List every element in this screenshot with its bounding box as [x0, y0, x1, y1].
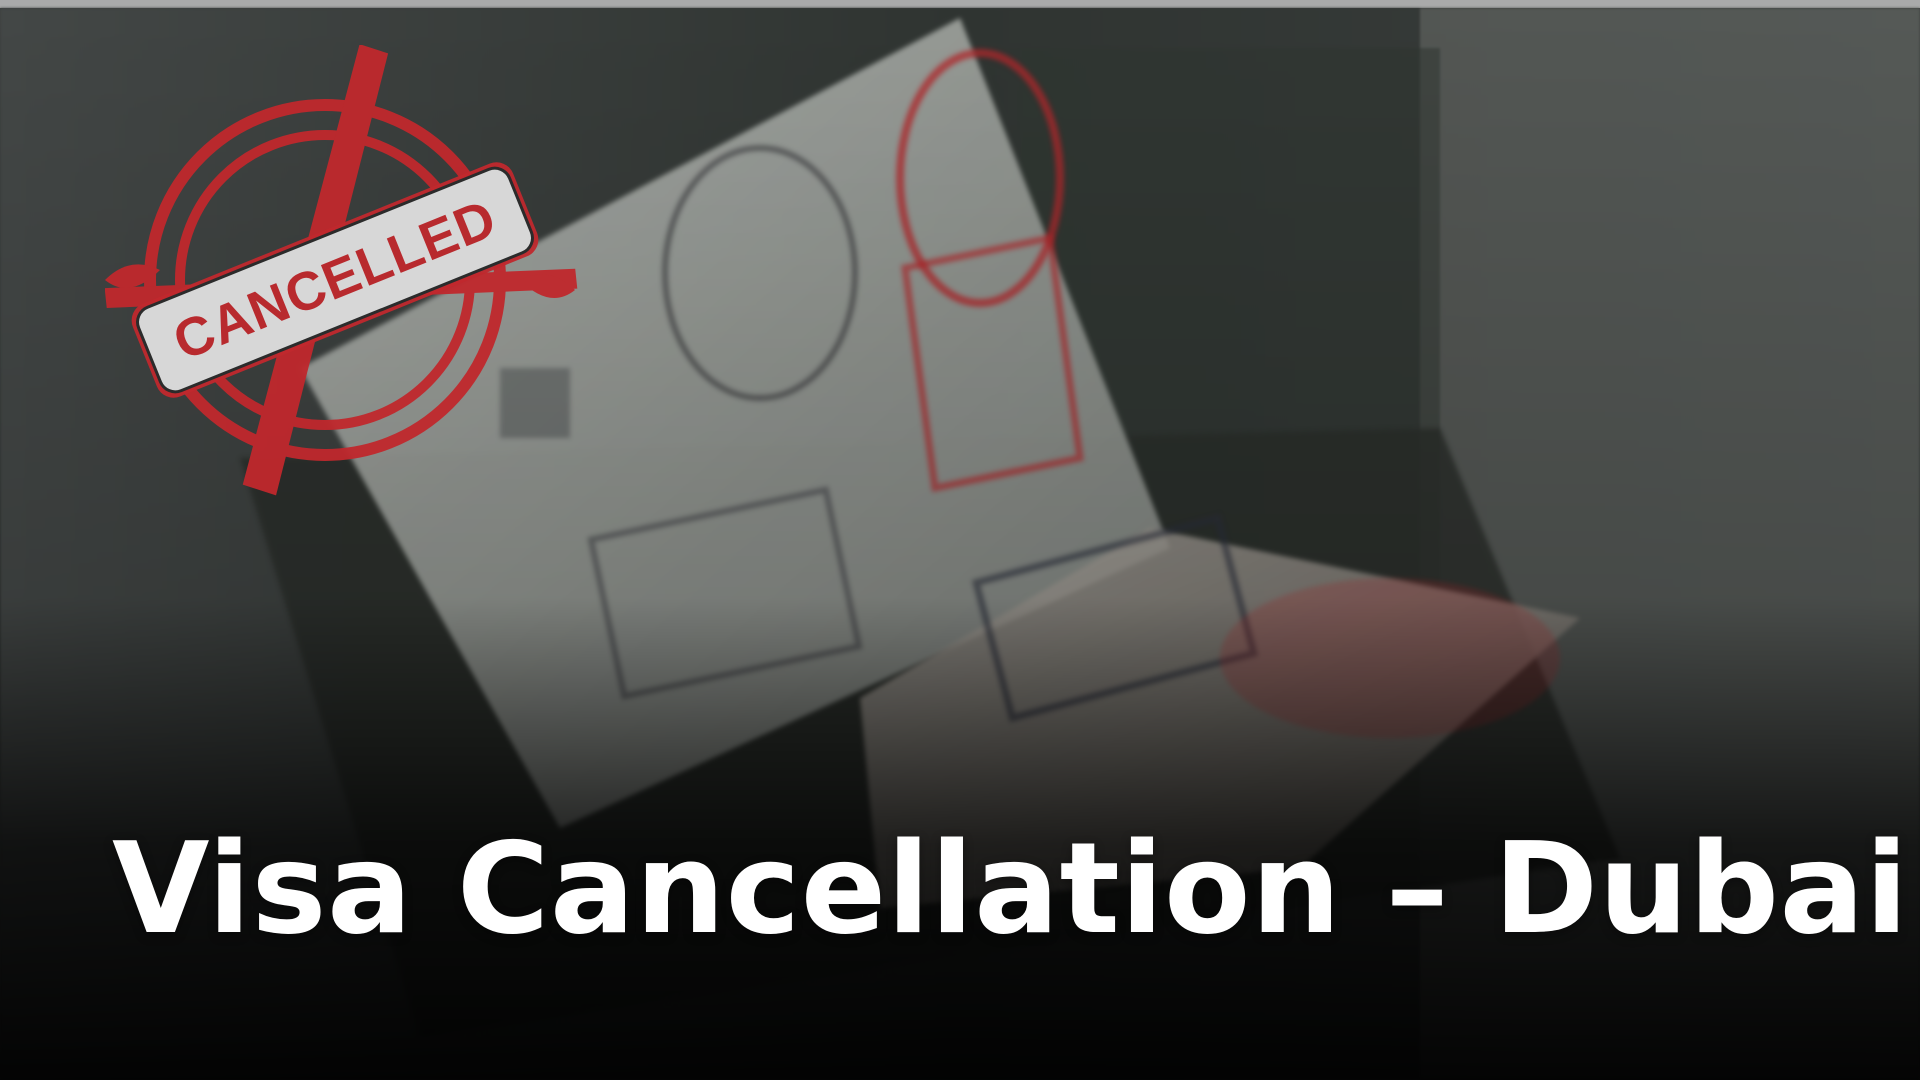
- hero-banner: CANCELLED Visa Cancellation – Dubai: [0, 0, 1920, 1080]
- page-title: Visa Cancellation – Dubai: [112, 815, 1909, 962]
- top-divider: [0, 0, 1920, 8]
